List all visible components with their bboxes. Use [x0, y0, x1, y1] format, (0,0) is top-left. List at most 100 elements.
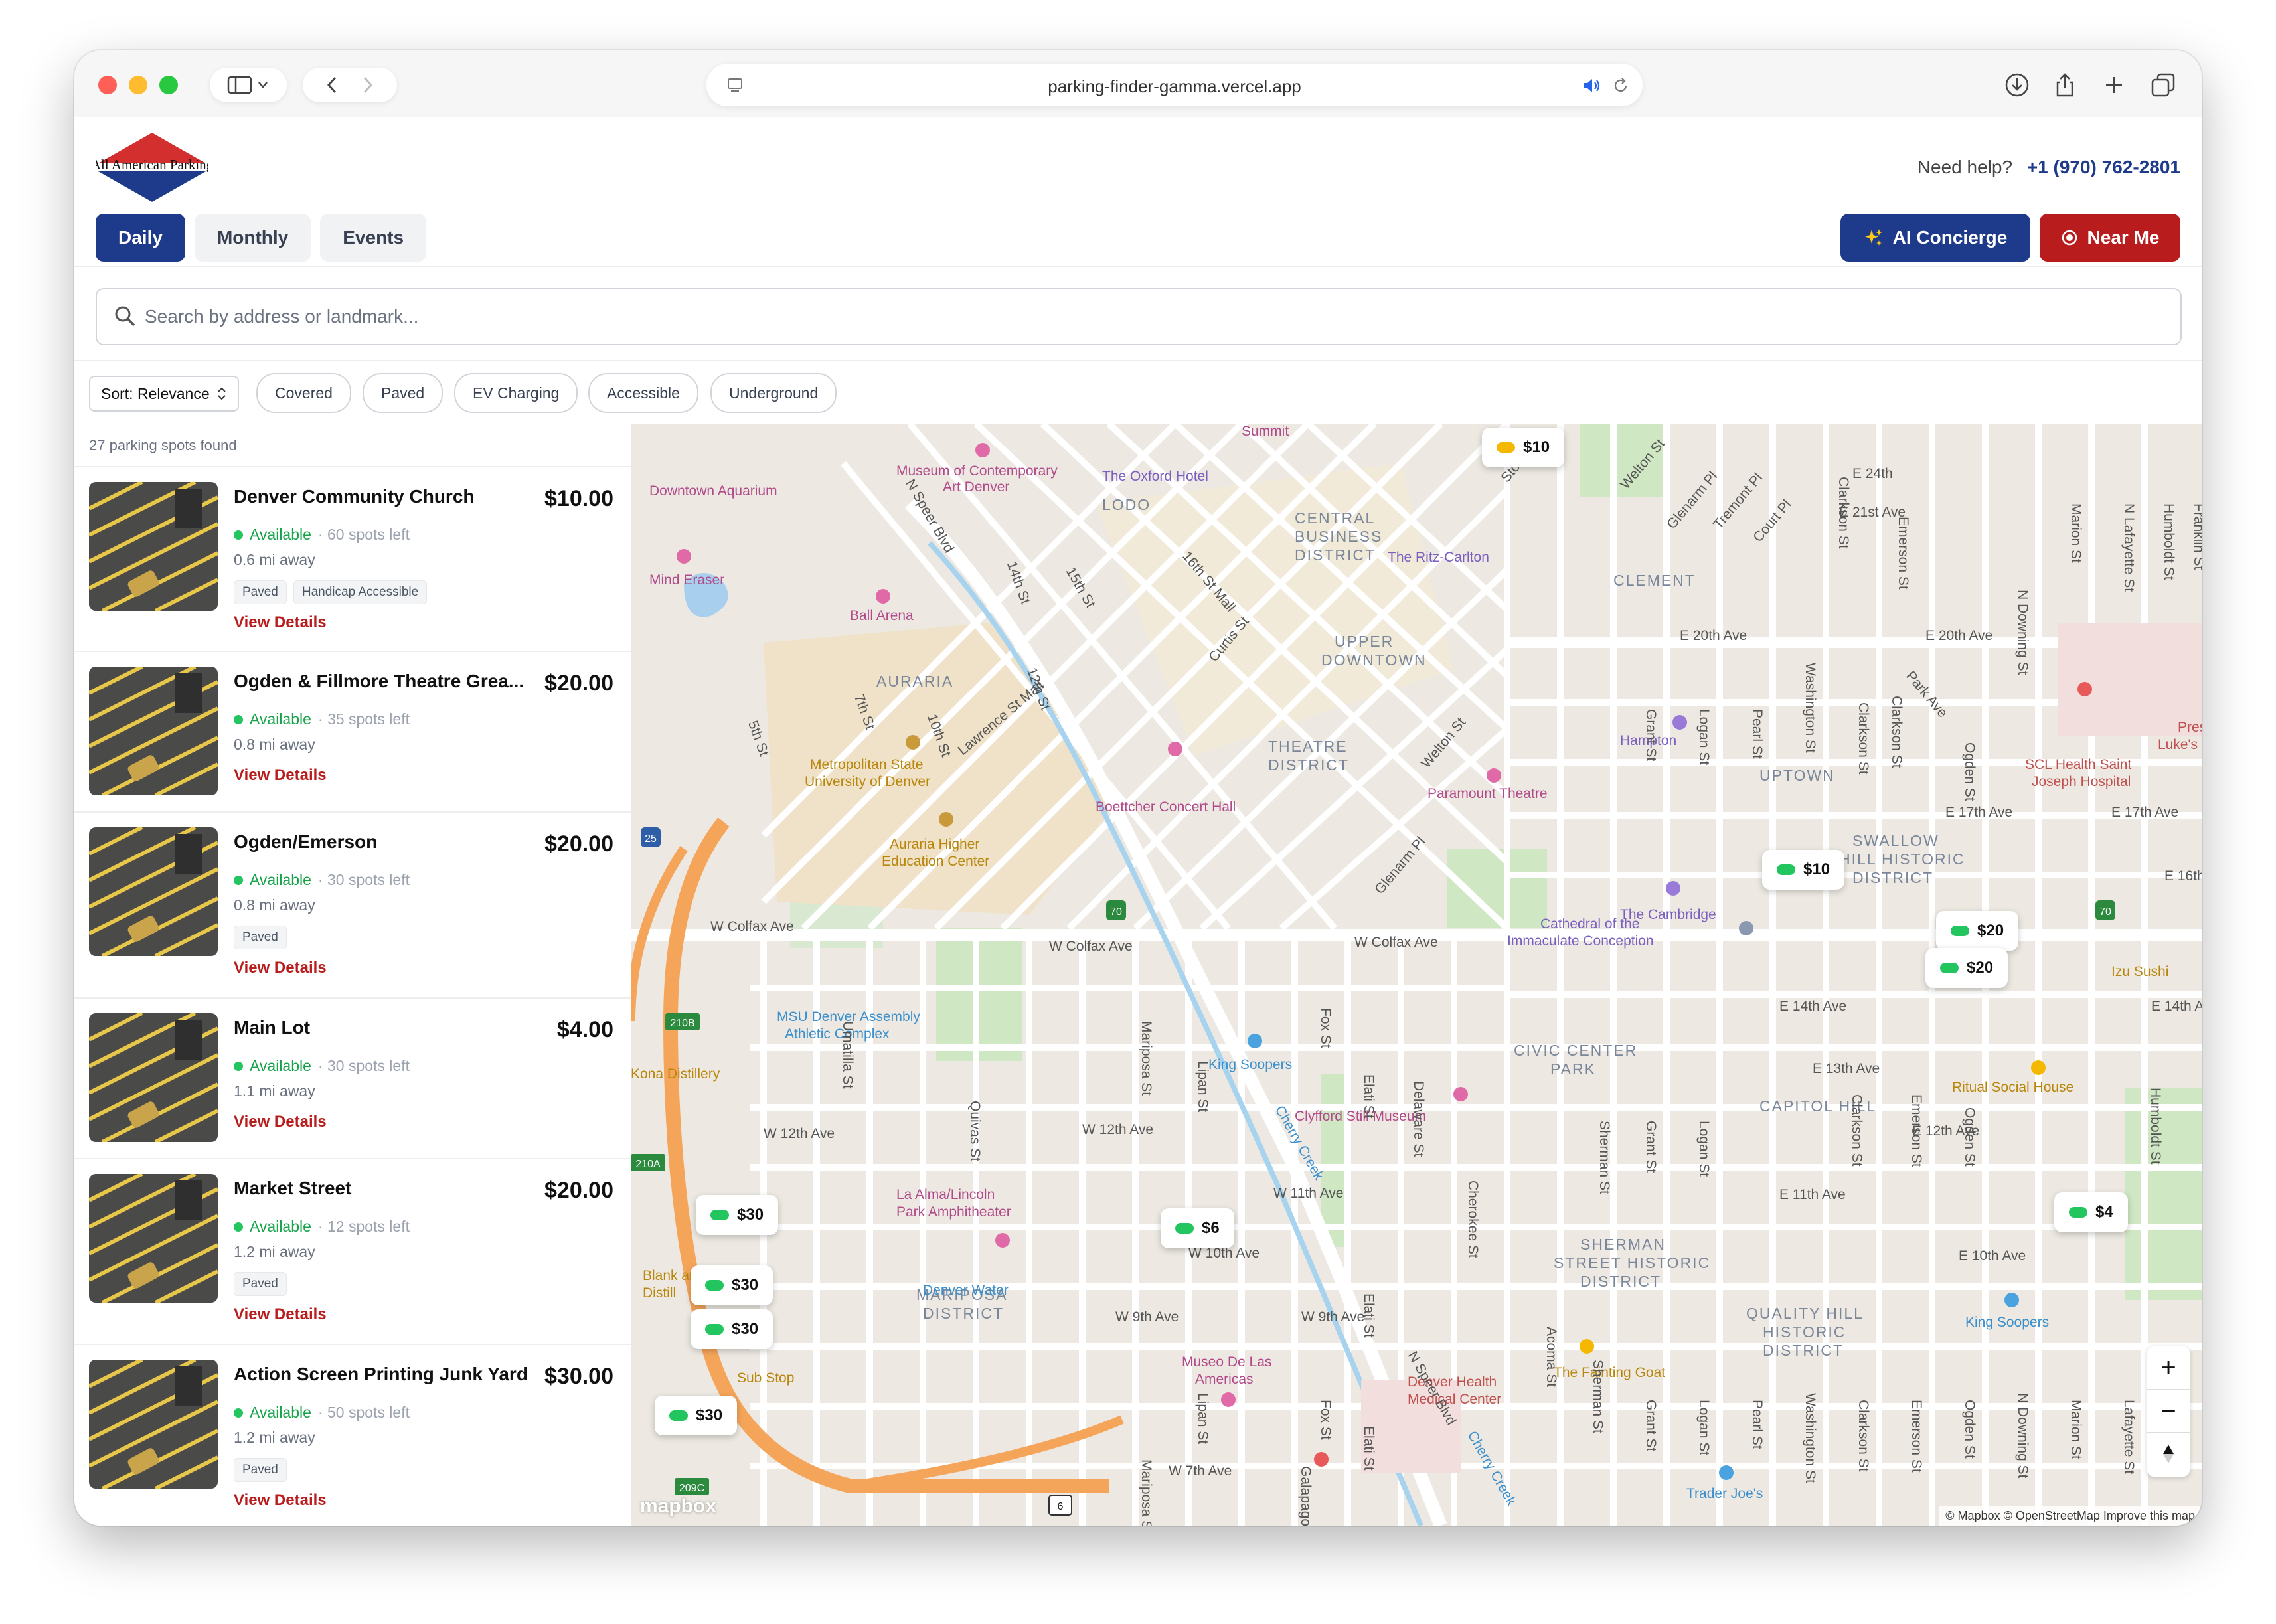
price-marker[interactable]: $20 — [1925, 948, 2008, 988]
view-details-link[interactable]: View Details — [234, 1491, 327, 1510]
svg-text:Logan St: Logan St — [1696, 1121, 1712, 1177]
filter-chip-accessible[interactable]: Accessible — [588, 373, 698, 413]
parking-card[interactable]: Ogden & Fillmore Theatre Grea... $20.00 … — [74, 651, 631, 813]
marker-price: $4 — [2095, 1203, 2113, 1221]
filter-chip-covered[interactable]: Covered — [256, 373, 351, 413]
minimize-window-button[interactable] — [129, 76, 147, 94]
marker-price: $20 — [1977, 922, 2004, 939]
svg-text:DISTRICT: DISTRICT — [1580, 1273, 1661, 1290]
svg-text:210B: 210B — [670, 1018, 694, 1029]
view-details-link[interactable]: View Details — [234, 613, 327, 632]
svg-text:STREET HISTORIC: STREET HISTORIC — [1554, 1254, 1710, 1271]
tab-events[interactable]: Events — [320, 214, 427, 262]
svg-text:King Soopers: King Soopers — [1208, 1057, 1292, 1072]
svg-text:Cathedral of the: Cathedral of the — [1540, 916, 1639, 932]
help-label: Need help? — [1917, 157, 2013, 177]
view-details-link[interactable]: View Details — [234, 959, 327, 977]
svg-text:210A: 210A — [635, 1159, 661, 1170]
spot-name[interactable]: Action Screen Printing Junk Yard — [234, 1364, 532, 1385]
help-phone-link[interactable]: +1 (970) 762-2801 — [2027, 157, 2180, 177]
price-marker[interactable]: $30 — [696, 1195, 779, 1235]
marker-price: $30 — [696, 1406, 723, 1424]
parking-lot-thumbnail — [89, 1174, 218, 1303]
map-view[interactable]: Museum of Contemporary Art Denver Downtow… — [631, 424, 2202, 1526]
marker-price: $10 — [1803, 860, 1830, 878]
spot-price: $20.00 — [544, 1178, 613, 1203]
price-marker[interactable]: $4 — [2054, 1192, 2128, 1232]
marker-price: $10 — [1523, 438, 1550, 456]
spot-name[interactable]: Market Street — [234, 1178, 532, 1199]
svg-text:DISTRICT: DISTRICT — [1763, 1342, 1844, 1359]
parking-lot-thumbnail — [89, 1360, 218, 1489]
compass-button[interactable] — [2147, 1433, 2190, 1475]
search-input[interactable] — [143, 289, 2164, 344]
price-marker[interactable]: $30 — [691, 1265, 773, 1305]
svg-text:Clarkson St: Clarkson St — [1856, 702, 1871, 775]
spot-name[interactable]: Denver Community Church — [234, 486, 532, 507]
view-details-link[interactable]: View Details — [234, 766, 327, 785]
svg-text:Fox St: Fox St — [1318, 1008, 1333, 1048]
price-marker[interactable]: $10 — [1762, 850, 1845, 890]
view-details-link[interactable]: View Details — [234, 1305, 327, 1324]
filter-chip-ev-charging[interactable]: EV Charging — [454, 373, 578, 413]
price-marker[interactable]: $10 — [1482, 428, 1565, 467]
price-marker[interactable]: $6 — [1161, 1208, 1234, 1248]
parking-card[interactable]: Market Street $20.00 Available · 12 spot… — [74, 1158, 631, 1345]
availability: Available · 30 spots left — [234, 871, 410, 889]
svg-text:Presbyterian / Saint: Presbyterian / Saint — [2178, 720, 2202, 735]
svg-text:Downtown Aquarium: Downtown Aquarium — [649, 483, 777, 499]
tab-overview-icon[interactable] — [2150, 72, 2176, 98]
zoom-window-button[interactable] — [159, 76, 178, 94]
parking-card[interactable]: Main Lot $4.00 Available · 30 spots left… — [74, 997, 631, 1159]
svg-text:W Colfax Ave: W Colfax Ave — [710, 919, 794, 934]
marker-price: $30 — [732, 1320, 759, 1338]
view-details-link[interactable]: View Details — [234, 1113, 327, 1131]
svg-text:Museo De Las: Museo De Las — [1182, 1354, 1271, 1370]
svg-text:THEATRE: THEATRE — [1268, 738, 1348, 755]
sort-select[interactable]: Sort: Relevance — [89, 376, 239, 412]
svg-text:The Ritz-Carlton: The Ritz-Carlton — [1388, 550, 1489, 565]
parking-card[interactable]: Action Screen Printing Junk Yard $30.00 … — [74, 1344, 631, 1526]
all-american-parking-logo[interactable]: All American Parking — [96, 130, 208, 204]
spot-name[interactable]: Ogden/Emerson — [234, 831, 532, 853]
spot-name[interactable]: Main Lot — [234, 1017, 532, 1038]
spot-price: $20.00 — [544, 831, 613, 856]
spot-price: $20.00 — [544, 671, 613, 696]
zoom-out-button[interactable]: − — [2147, 1390, 2190, 1433]
tab-monthly[interactable]: Monthly — [194, 214, 311, 262]
share-icon[interactable] — [2052, 72, 2078, 98]
svg-text:DISTRICT: DISTRICT — [1268, 756, 1349, 773]
price-marker[interactable]: $30 — [691, 1309, 773, 1349]
close-window-button[interactable] — [98, 76, 117, 94]
new-tab-icon[interactable] — [2101, 72, 2127, 98]
price-marker[interactable]: $20 — [1936, 911, 2019, 951]
parking-card[interactable]: Ogden/Emerson $20.00 Available · 30 spot… — [74, 811, 631, 999]
availability-status: Available — [250, 710, 311, 728]
svg-text:Elati St: Elati St — [1361, 1426, 1376, 1471]
svg-text:UPTOWN: UPTOWN — [1759, 767, 1835, 784]
filter-chip-underground[interactable]: Underground — [710, 373, 837, 413]
svg-text:Museum of Contemporary: Museum of Contemporary — [896, 463, 1058, 479]
address-bar[interactable]: parking-finder-gamma.vercel.app — [706, 64, 1643, 106]
marker-dot-icon — [1497, 442, 1515, 453]
tab-daily[interactable]: Daily — [96, 214, 185, 262]
svg-text:Immaculate Conception: Immaculate Conception — [1507, 934, 1654, 949]
price-marker[interactable]: $30 — [655, 1396, 738, 1435]
reload-icon[interactable] — [1612, 77, 1629, 94]
svg-text:6: 6 — [1058, 1501, 1064, 1512]
filters-bar: Sort: Relevance Covered Paved EV Chargin… — [74, 360, 2202, 426]
speaker-icon[interactable] — [1582, 77, 1603, 94]
spot-distance: 1.2 mi away — [234, 1243, 315, 1260]
sidebar-toggle-button[interactable] — [210, 68, 287, 102]
download-icon[interactable] — [2004, 72, 2030, 98]
ai-concierge-button[interactable]: AI Concierge — [1840, 214, 2030, 262]
parking-card[interactable]: Denver Community Church $10.00 Available… — [74, 466, 631, 652]
mapbox-logo[interactable]: mapbox — [640, 1495, 716, 1518]
spot-distance: 0.8 mi away — [234, 896, 315, 914]
zoom-in-button[interactable]: + — [2147, 1346, 2190, 1390]
filter-chip-paved[interactable]: Paved — [363, 373, 444, 413]
sort-label: Sort: Relevance — [101, 384, 210, 402]
map-attribution[interactable]: © Mapbox © OpenStreetMap Improve this ma… — [1939, 1506, 2202, 1526]
near-me-button[interactable]: Near Me — [2040, 214, 2180, 262]
spot-name[interactable]: Ogden & Fillmore Theatre Grea... — [234, 671, 532, 692]
